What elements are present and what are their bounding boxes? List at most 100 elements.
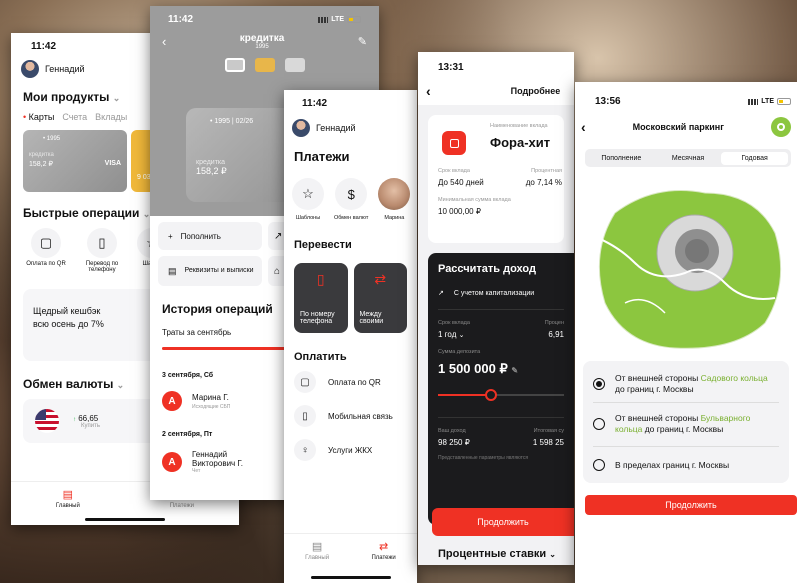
fx-value: 66,65: [78, 413, 99, 423]
signal-icon: LTE: [748, 98, 791, 105]
user-name[interactable]: Геннадий: [45, 64, 85, 74]
card-thumb-2[interactable]: [254, 58, 275, 72]
quick-phone[interactable]: ▯ Перевод по телефону: [81, 228, 123, 273]
status-time: 13:56: [595, 96, 621, 107]
deposit-card: Наименование вклада Фора-хит Срок вклада…: [428, 115, 564, 243]
pay-title: Оплатить: [294, 351, 347, 363]
calculator-panel: Рассчитать доход ↗ С учетом капитализации…: [428, 253, 574, 525]
tab-home[interactable]: ▤ Главный: [56, 488, 80, 509]
back-chevron-icon[interactable]: ‹: [426, 83, 431, 99]
arrow-icon: ↗: [274, 230, 283, 242]
alfa-logo-icon: А: [162, 452, 182, 472]
home-indicator: [310, 576, 391, 579]
zone-option[interactable]: В пределах границ г. Москвы: [593, 447, 779, 477]
rates-title[interactable]: Процентные ставки ⌄: [438, 548, 556, 560]
edit-pencil-icon[interactable]: ✎: [358, 35, 367, 48]
pay-utilities[interactable]: ♀ Услуги ЖКХ: [294, 439, 407, 461]
moscow-map: [584, 190, 782, 349]
chevron-down-icon: ⌄: [549, 550, 556, 559]
card-thumb-3[interactable]: [284, 58, 305, 72]
user-name[interactable]: Геннадий: [316, 123, 356, 133]
topup-button[interactable]: + Пополнить: [158, 222, 262, 250]
zone-options: От внешней стороны Садового кольца до гр…: [583, 361, 789, 483]
tab-payments[interactable]: ⇄Платежи: [371, 540, 395, 561]
page-title: Платежи: [294, 149, 350, 164]
continue-button[interactable]: Продолжить: [432, 508, 574, 536]
credit-card[interactable]: • 1995 кредитка 158,2 ₽ VISA: [23, 130, 127, 192]
payments-icon: ⇄: [379, 541, 389, 553]
us-flag-icon: [35, 409, 59, 433]
back-chevron-icon[interactable]: ‹: [581, 119, 586, 135]
transfer-by-phone[interactable]: ▯ По номеру телефона: [294, 263, 348, 333]
tab-cards[interactable]: • Карты: [23, 112, 54, 122]
period-tabs: Пополнение Месячная Годовая: [585, 149, 791, 167]
status-time: 11:42: [31, 41, 57, 52]
tab-home[interactable]: ▤ Главный: [305, 540, 329, 561]
card-amount: 158,2 ₽: [29, 161, 53, 168]
term-value: До 540 дней: [438, 178, 484, 187]
slider-thumb: [484, 389, 497, 401]
qr-scan-icon: ▢: [31, 228, 61, 258]
phone-icon: ▯: [294, 405, 316, 427]
shortcut-templates[interactable]: ☆ Шаблоны: [292, 178, 324, 221]
phone-transfer-icon: ▯: [316, 271, 325, 287]
contact-avatar: [378, 178, 411, 210]
alfa-logo-icon: А: [162, 391, 182, 411]
tab-accounts[interactable]: Счета: [62, 112, 87, 122]
page-title: Московский паркинг: [632, 122, 724, 132]
home-indicator: [85, 518, 165, 521]
card-title: кредитка: [239, 33, 285, 44]
tab-deposits[interactable]: Вклады: [95, 112, 127, 122]
avatar[interactable]: [292, 119, 310, 137]
parking-logo-icon[interactable]: [770, 117, 791, 137]
swap-icon: ⇄: [374, 271, 387, 287]
tab-topup[interactable]: Пополнение: [588, 155, 655, 162]
card-number: • 1995: [43, 136, 61, 142]
tab-yearly[interactable]: Годовая: [721, 151, 789, 165]
lightbulb-icon: ♀: [294, 439, 316, 461]
pay-mobile[interactable]: ▯ Мобильная связь: [294, 405, 407, 427]
home-icon: ▤: [311, 541, 323, 553]
trend-icon: ↗: [438, 290, 444, 297]
avatar[interactable]: [21, 60, 39, 78]
zone-option[interactable]: От внешней стороны Садового кольца до гр…: [593, 367, 779, 403]
document-icon: ▤: [168, 265, 177, 276]
chevron-down-icon: ⌄: [112, 93, 121, 103]
fx-sub: Купить: [81, 422, 100, 429]
back-chevron-icon[interactable]: ‹: [162, 34, 166, 49]
phone-icon: ▯: [87, 228, 117, 258]
shortcut-exchange[interactable]: $ Обмен валют: [334, 178, 368, 221]
pay-qr[interactable]: ▢ Оплата по QR: [294, 371, 407, 393]
deposit-logo-icon: [442, 131, 466, 155]
quick-qr[interactable]: ▢ Оплата по QR: [25, 228, 67, 273]
status-time: 11:42: [302, 98, 328, 109]
status-time: 13:31: [438, 62, 464, 73]
shortcut-contact[interactable]: Марина: [378, 178, 411, 221]
card-label: кредитка: [29, 152, 54, 158]
deposit-name: Фора-хит: [490, 135, 551, 150]
radio-icon: [593, 458, 605, 471]
tab-monthly[interactable]: Месячная: [655, 155, 722, 162]
radio-icon: [593, 418, 605, 431]
transfer-title: Перевести: [294, 239, 352, 251]
card-thumb-1[interactable]: [224, 58, 245, 72]
lock-icon: ⌂: [274, 265, 281, 277]
zone-option[interactable]: От внешней стороны Бульварного кольца до…: [593, 403, 779, 447]
status-time: 11:42: [168, 14, 194, 25]
sum-value[interactable]: 1 500 000 ₽ ✎: [438, 361, 564, 377]
details-button[interactable]: ▤ Реквизиты и выписки: [158, 256, 262, 286]
visa-logo: VISA: [104, 160, 121, 167]
promo-text: Щедрый кешбэк всю осень до 7%: [33, 306, 104, 329]
phone-deposit-screen: 13:31 ‹ Подробнее Наименование вклада Фо…: [418, 52, 574, 565]
chevron-down-icon: ⌄: [458, 332, 465, 339]
continue-button[interactable]: Продолжить: [585, 494, 797, 515]
rate2-value: 6,91: [548, 330, 564, 339]
qr-scan-icon: ▢: [294, 371, 316, 393]
edit-pencil-icon: ✎: [511, 366, 519, 375]
term-select[interactable]: 1 год ⌄: [438, 330, 464, 339]
sum-slider[interactable]: [438, 389, 564, 401]
capitalization-toggle[interactable]: ↗ С учетом капитализации: [438, 289, 564, 298]
arrow-up-icon: ↑: [73, 416, 76, 423]
chevron-down-icon: ⌄: [116, 380, 125, 390]
transfer-own-accounts[interactable]: ⇄ Между своими: [353, 263, 407, 333]
